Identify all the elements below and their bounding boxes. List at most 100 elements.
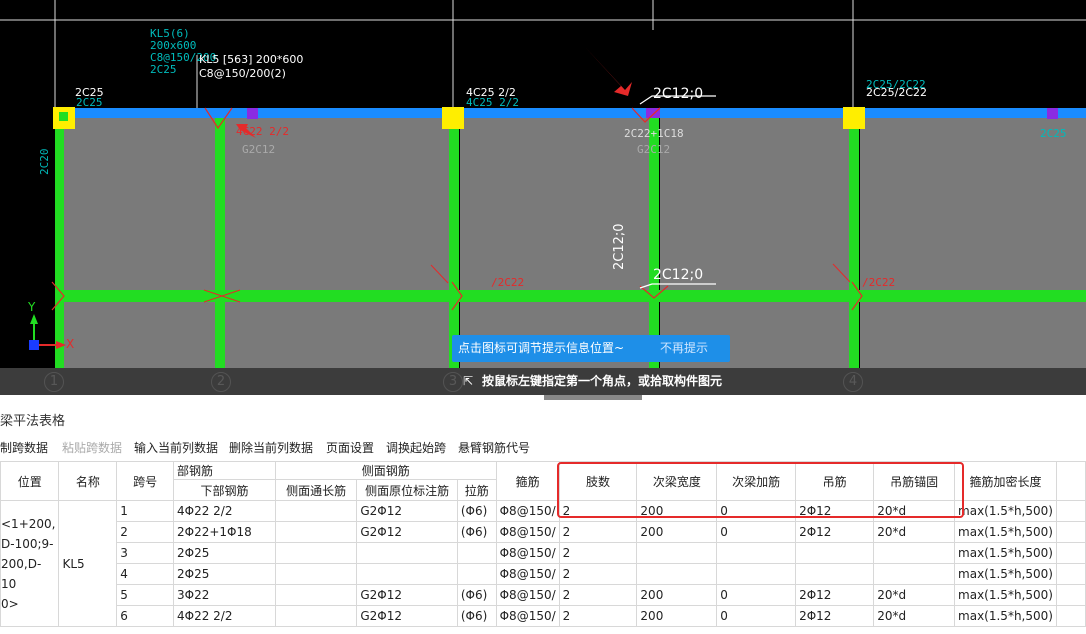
header-bottom[interactable]: 下部钢筋 <box>172 479 277 501</box>
bottom-cell[interactable]: 4Φ22 2/2 <box>172 605 277 627</box>
header-name[interactable]: 名称 <box>58 461 118 501</box>
header-dense-length[interactable]: 箍筋加密长度 <box>954 461 1057 501</box>
name-cell[interactable]: KL5 <box>58 500 118 627</box>
column[interactable] <box>843 107 865 129</box>
stirrup-cell[interactable]: Φ8@150/ <box>495 563 560 585</box>
dont-show-again-link[interactable]: 不再提示 <box>660 335 708 362</box>
side-in-place-cell[interactable]: G2Φ12 <box>356 521 458 543</box>
input-column-data-button[interactable]: 输入当前列数据 <box>134 439 218 456</box>
hanger-anchor-cell[interactable]: 20*d <box>873 521 956 543</box>
span-cell[interactable]: 3 <box>116 542 174 564</box>
swap-start-span-button[interactable]: 调换起始跨 <box>386 439 446 456</box>
side-in-place-cell[interactable] <box>356 542 458 564</box>
sub-extra-cell[interactable]: 0 <box>716 584 797 606</box>
table-row[interactable]: 6 4Φ22 2/2 G2Φ12 (Φ6) Φ8@150/2 200 0 2Φ12 20*d ma… <box>1 605 1086 627</box>
side-through-cell[interactable] <box>275 563 358 585</box>
header-span[interactable]: 跨号 <box>116 461 174 501</box>
dense-length-cell[interactable]: max(1.5*h,500) <box>954 542 1057 564</box>
tie-cell[interactable] <box>456 542 497 564</box>
hanger-cell[interactable]: 2Φ12 <box>795 521 875 543</box>
stirrup-cell[interactable]: Φ8@150/ <box>495 584 560 606</box>
side-in-place-cell[interactable]: G2Φ12 <box>356 584 458 606</box>
hanger-anchor-cell[interactable] <box>873 563 956 585</box>
side-through-cell[interactable] <box>275 542 358 564</box>
tie-cell[interactable] <box>456 563 497 585</box>
bottom-cell[interactable]: 3Φ22 <box>172 584 277 606</box>
header-bottom-group[interactable]: 部钢筋 <box>172 461 277 480</box>
paste-span-data-button[interactable]: 粘贴跨数据 <box>62 439 122 456</box>
copy-span-data-button[interactable]: 复制跨数据 <box>0 439 48 456</box>
span-cell[interactable]: 2 <box>116 521 174 543</box>
tie-cell[interactable]: (Φ6) <box>456 521 497 543</box>
header-position[interactable]: 位置 <box>0 461 60 501</box>
sub-extra-cell[interactable]: 0 <box>716 605 797 627</box>
table-row[interactable]: 3 2Φ25 Φ8@150/2 max(1.5*h,500) <box>1 542 1086 564</box>
dense-length-cell[interactable]: max(1.5*h,500) <box>954 500 1057 522</box>
hanger-anchor-cell[interactable]: 20*d <box>873 605 956 627</box>
legs-cell[interactable]: 2 <box>558 605 638 627</box>
beam-vertical[interactable] <box>849 118 859 368</box>
header-side-in-place[interactable]: 侧面原位标注筋 <box>356 479 458 501</box>
sub-extra-cell[interactable] <box>716 563 797 585</box>
dense-length-cell[interactable]: max(1.5*h,500) <box>954 521 1057 543</box>
panel-splitter-handle[interactable] <box>544 395 642 400</box>
stirrup-cell[interactable]: Φ8@150/ <box>495 500 560 522</box>
tie-cell[interactable]: (Φ6) <box>456 605 497 627</box>
span-cell[interactable]: 4 <box>116 563 174 585</box>
header-tie[interactable]: 拉筋 <box>456 479 497 501</box>
sub-extra-cell[interactable] <box>716 542 797 564</box>
hanger-cell[interactable]: 2Φ12 <box>795 605 875 627</box>
position-cell[interactable]: <1+200, D-100;9- 200,D-10 0> <box>0 500 60 627</box>
legs-cell[interactable]: 2 <box>558 542 638 564</box>
hanger-cell[interactable] <box>795 563 875 585</box>
bottom-cell[interactable]: 2Φ25 <box>172 542 277 564</box>
page-setup-button[interactable]: 页面设置 <box>326 439 374 456</box>
legs-cell[interactable]: 2 <box>558 584 638 606</box>
hanger-anchor-cell[interactable]: 20*d <box>873 584 956 606</box>
hanger-anchor-cell[interactable] <box>873 542 956 564</box>
dense-length-cell[interactable]: max(1.5*h,500) <box>954 584 1057 606</box>
bottom-cell[interactable]: 2Φ22+1Φ18 <box>172 521 277 543</box>
span-cell[interactable]: 1 <box>116 500 174 522</box>
sub-width-cell[interactable] <box>636 542 718 564</box>
beam-vertical[interactable] <box>55 118 64 368</box>
hint-message[interactable]: 点击图标可调节提示信息位置~ <box>458 335 624 362</box>
tie-cell[interactable]: (Φ6) <box>456 584 497 606</box>
selected-beam[interactable] <box>55 108 1086 118</box>
header-side-group[interactable]: 侧面钢筋 <box>275 461 497 480</box>
stirrup-cell[interactable]: Φ8@150/ <box>495 542 560 564</box>
table-row[interactable]: 2 2Φ22+1Φ18 G2Φ12 (Φ6) Φ8@150/2 200 0 2Φ12 20*d m… <box>1 521 1086 543</box>
legs-cell[interactable]: 2 <box>558 521 638 543</box>
beam-vertical[interactable] <box>449 118 459 368</box>
side-in-place-cell[interactable] <box>356 563 458 585</box>
bottom-cell[interactable]: 4Φ22 2/2 <box>172 500 277 522</box>
tie-cell[interactable]: (Φ6) <box>456 500 497 522</box>
legs-cell[interactable]: 2 <box>558 563 638 585</box>
side-through-cell[interactable] <box>275 605 358 627</box>
side-through-cell[interactable] <box>275 500 358 522</box>
dense-length-cell[interactable]: max(1.5*h,500) <box>954 563 1057 585</box>
side-through-cell[interactable] <box>275 584 358 606</box>
delete-column-data-button[interactable]: 删除当前列数据 <box>229 439 313 456</box>
hanger-cell[interactable] <box>795 542 875 564</box>
cantilever-rebar-code-button[interactable]: 悬臂钢筋代号 <box>458 439 530 456</box>
sub-width-cell[interactable] <box>636 563 718 585</box>
stirrup-cell[interactable]: Φ8@150/ <box>495 521 560 543</box>
cad-viewport[interactable]: KL5(6) 200x600 C8@150/200 2C25 KL5 [563]… <box>0 0 1086 395</box>
span-cell[interactable]: 6 <box>116 605 174 627</box>
table-row[interactable]: 5 3Φ22 G2Φ12 (Φ6) Φ8@150/2 200 0 2Φ12 20*d max(1.… <box>1 584 1086 606</box>
side-through-cell[interactable] <box>275 521 358 543</box>
sub-width-cell[interactable]: 200 <box>636 521 718 543</box>
span-cell[interactable]: 5 <box>116 584 174 606</box>
dense-length-cell[interactable]: max(1.5*h,500) <box>954 605 1057 627</box>
header-stirrup[interactable]: 箍筋 <box>495 461 560 501</box>
hint-tooltip[interactable]: 点击图标可调节提示信息位置~ 不再提示 <box>452 335 730 362</box>
sub-extra-cell[interactable]: 0 <box>716 521 797 543</box>
sub-width-cell[interactable]: 200 <box>636 605 718 627</box>
hanger-cell[interactable]: 2Φ12 <box>795 584 875 606</box>
column[interactable] <box>442 107 464 129</box>
side-in-place-cell[interactable]: G2Φ12 <box>356 500 458 522</box>
sub-width-cell[interactable]: 200 <box>636 584 718 606</box>
table-row[interactable]: 4 2Φ25 Φ8@150/2 max(1.5*h,500) <box>1 563 1086 585</box>
stirrup-cell[interactable]: Φ8@150/ <box>495 605 560 627</box>
